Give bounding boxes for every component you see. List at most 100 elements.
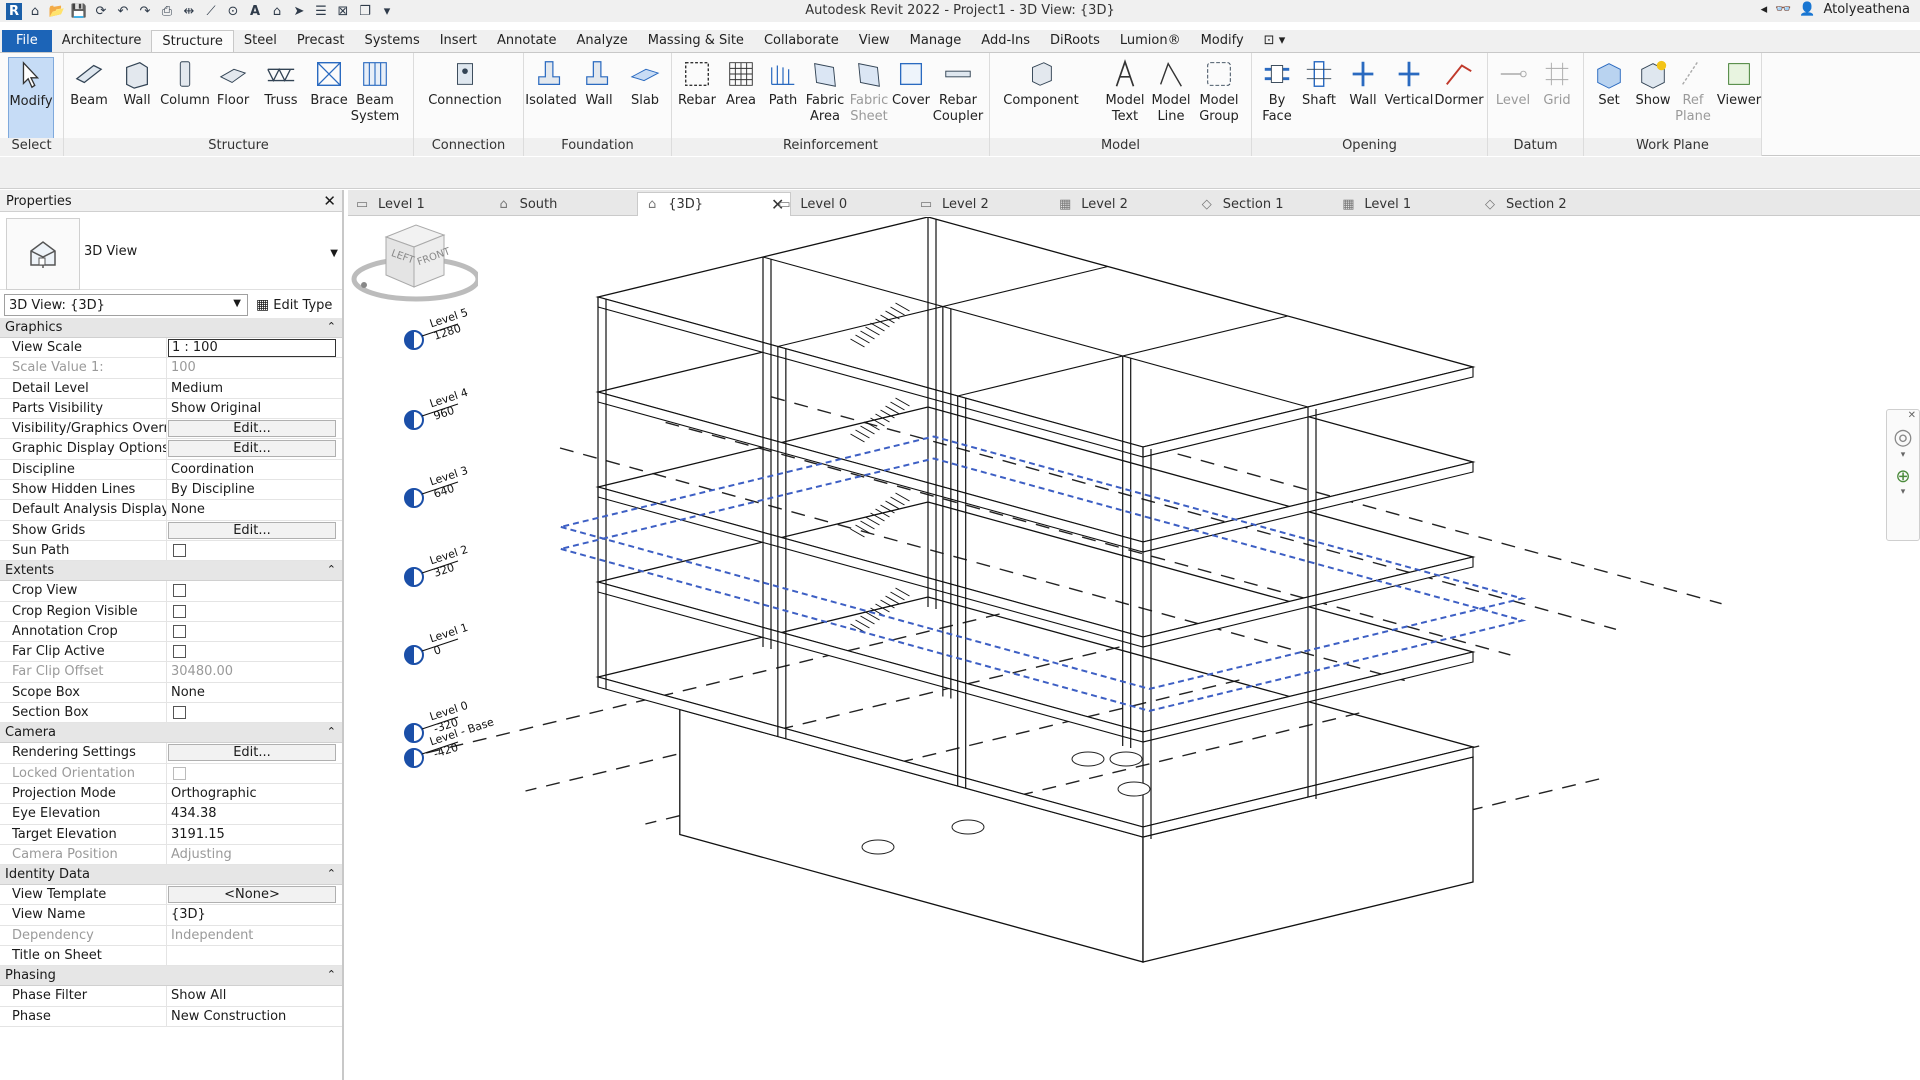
edit-button[interactable]: Edit... [168,420,336,438]
property-checkbox[interactable] [173,624,186,638]
ribbon-button-connection[interactable]: Connection [428,57,502,109]
ribbon-button-model-group[interactable]: Model Group [1196,57,1242,125]
home-icon[interactable]: ⌂ [26,2,44,20]
steering-wheel-icon[interactable]: ◎ [1887,425,1919,450]
measure-icon[interactable]: ⇹ [180,2,198,20]
ribbon-tab-analyze[interactable]: Analyze [567,30,638,52]
revit-logo-icon[interactable]: R [6,2,22,20]
ribbon-tab-lumion[interactable]: Lumion® [1110,30,1191,52]
chevron-down-icon[interactable]: ▼ [330,248,338,259]
ribbon-button-rebar[interactable]: Rebar [674,57,720,109]
chevron-down-icon[interactable]: ▾ [1887,450,1919,460]
view-scale-input[interactable]: 1 : 100 [168,339,336,357]
ribbon-panel-label[interactable]: Connection [414,138,523,156]
ribbon-button-ref-plane[interactable]: Ref Plane [1670,57,1716,125]
collapse-icon[interactable]: ⌃ [327,320,336,333]
ribbon-tab-file[interactable]: File [2,30,52,52]
ribbon-button-brace[interactable]: Brace [306,57,352,109]
tag-icon[interactable]: ⊙ [224,2,242,20]
property-value[interactable]: {3D} [171,907,206,922]
edit-button[interactable]: Edit... [168,440,336,458]
ribbon-button-model-text[interactable]: Model Text [1102,57,1148,125]
drawing-canvas[interactable]: Level 5 1280 Level 4 960 Level 3 640 Level 2 32… [348,217,1920,1080]
ribbon-panel-label[interactable]: Foundation [524,138,671,156]
ribbon-button-column[interactable]: Column [160,57,210,109]
aligned-dimension-icon[interactable]: ⟋ [202,2,220,20]
ribbon-button-shaft[interactable]: Shaft [1296,57,1342,109]
ribbon-button-wall[interactable]: Wall [114,57,160,109]
ribbon-button-floor[interactable]: Floor [210,57,256,109]
ribbon-tab-diroots[interactable]: DiRoots [1040,30,1110,52]
ribbon-button-beam-system[interactable]: Beam System [351,57,399,125]
ribbon-button-model-line[interactable]: Model Line [1148,57,1194,125]
sync-icon[interactable]: ⟳ [92,2,110,20]
instance-filter-select[interactable]: 3D View: {3D} ▼ [4,294,248,316]
close-hidden-windows-icon[interactable]: ⊠ [334,2,352,20]
ribbon-button-level[interactable]: Level [1490,57,1536,109]
property-group-graphics[interactable]: Graphics ⌃ [0,318,342,338]
property-value[interactable]: Medium [171,381,223,396]
ribbon-panel-label[interactable]: Work Plane [1584,138,1761,156]
ribbon-button-slab[interactable]: Slab [622,57,668,109]
edit-button[interactable]: Edit... [168,521,336,539]
user-icon[interactable]: 👤 [1799,2,1815,17]
ribbon-button-path[interactable]: Path [760,57,806,109]
property-value[interactable]: By Discipline [171,482,255,497]
collapse-icon[interactable]: ⌃ [327,968,336,981]
view-tab[interactable]: ◇ Section 2 [1482,192,1567,216]
ribbon-button-wall[interactable]: Wall [576,57,622,109]
collapse-icon[interactable]: ⌃ [327,867,336,880]
view-tab[interactable]: ▭ Level 2 [918,192,989,216]
ribbon-tab-manage[interactable]: Manage [900,30,972,52]
ribbon-tab-massing-site[interactable]: Massing & Site [638,30,754,52]
ribbon-button-wall[interactable]: Wall [1340,57,1386,109]
navbar-close-icon[interactable]: ✕ [1887,410,1919,421]
property-checkbox[interactable] [173,645,186,659]
ribbon-button-area[interactable]: Area [718,57,764,109]
ribbon-tab-collaborate[interactable]: Collaborate [754,30,849,52]
close-icon[interactable]: ✕ [323,192,336,210]
property-checkbox[interactable] [173,543,186,557]
ribbon-button-truss[interactable]: Truss [258,57,304,109]
print-icon[interactable]: ⎙ [158,2,176,20]
chevron-down-icon[interactable]: ▾ [1887,487,1919,497]
view-tab[interactable]: ⌂ South [496,192,557,216]
view-tab[interactable]: ▦ Level 1 [1340,192,1411,216]
view-tab[interactable]: ▦ Level 2 [1057,192,1128,216]
view-tab[interactable]: ▭ Level 0 [776,192,847,216]
ribbon-button-viewer[interactable]: Viewer [1716,57,1762,109]
text-icon[interactable]: A [246,2,264,20]
ribbon-button-isolated[interactable]: Isolated [525,57,577,109]
property-value[interactable]: None [171,685,205,700]
edit-type-button[interactable]: ▦ Edit Type [256,294,332,316]
viewcube-home-icon[interactable] [361,282,367,288]
property-value[interactable]: 434.38 [171,806,217,821]
collapse-icon[interactable]: ⌃ [327,725,336,738]
ribbon-button-fabric-sheet[interactable]: Fabric Sheet [846,57,892,125]
undo-icon[interactable]: ↶ [114,2,132,20]
ribbon-tab-view[interactable]: View [849,30,900,52]
zoom-icon[interactable]: ⊕ [1887,466,1919,487]
ribbon-button-dormer[interactable]: Dormer [1434,57,1484,109]
property-group-camera[interactable]: Camera ⌃ [0,723,342,744]
property-value[interactable]: New Construction [171,1009,286,1024]
ribbon-panel-label[interactable]: Structure [64,138,413,156]
property-value[interactable]: None [171,502,205,517]
ribbon-panel-label[interactable]: Datum [1488,138,1583,156]
ribbon-tab-steel[interactable]: Steel [234,30,287,52]
property-value[interactable]: Show Original [171,401,261,416]
ribbon-tab-add-ins[interactable]: Add-Ins [971,30,1040,52]
save-icon[interactable]: 💾 [70,2,88,20]
ribbon-button-beam[interactable]: Beam [66,57,112,109]
edit-button[interactable]: <None> [168,886,336,904]
ribbon-tab-precast[interactable]: Precast [287,30,355,52]
ribbon-tab-systems[interactable]: Systems [354,30,429,52]
property-group-identity-data[interactable]: Identity Data ⌃ [0,865,342,886]
property-group-extents[interactable]: Extents ⌃ [0,561,342,582]
property-group-phasing[interactable]: Phasing ⌃ [0,966,342,987]
property-checkbox[interactable] [173,604,186,618]
default-3d-view-icon[interactable]: ⌂ [268,2,286,20]
viewcube[interactable]: LEFT FRONT [348,217,478,317]
property-value[interactable]: 3191.15 [171,827,225,842]
ribbon-tab-structure[interactable]: Structure [151,30,234,52]
